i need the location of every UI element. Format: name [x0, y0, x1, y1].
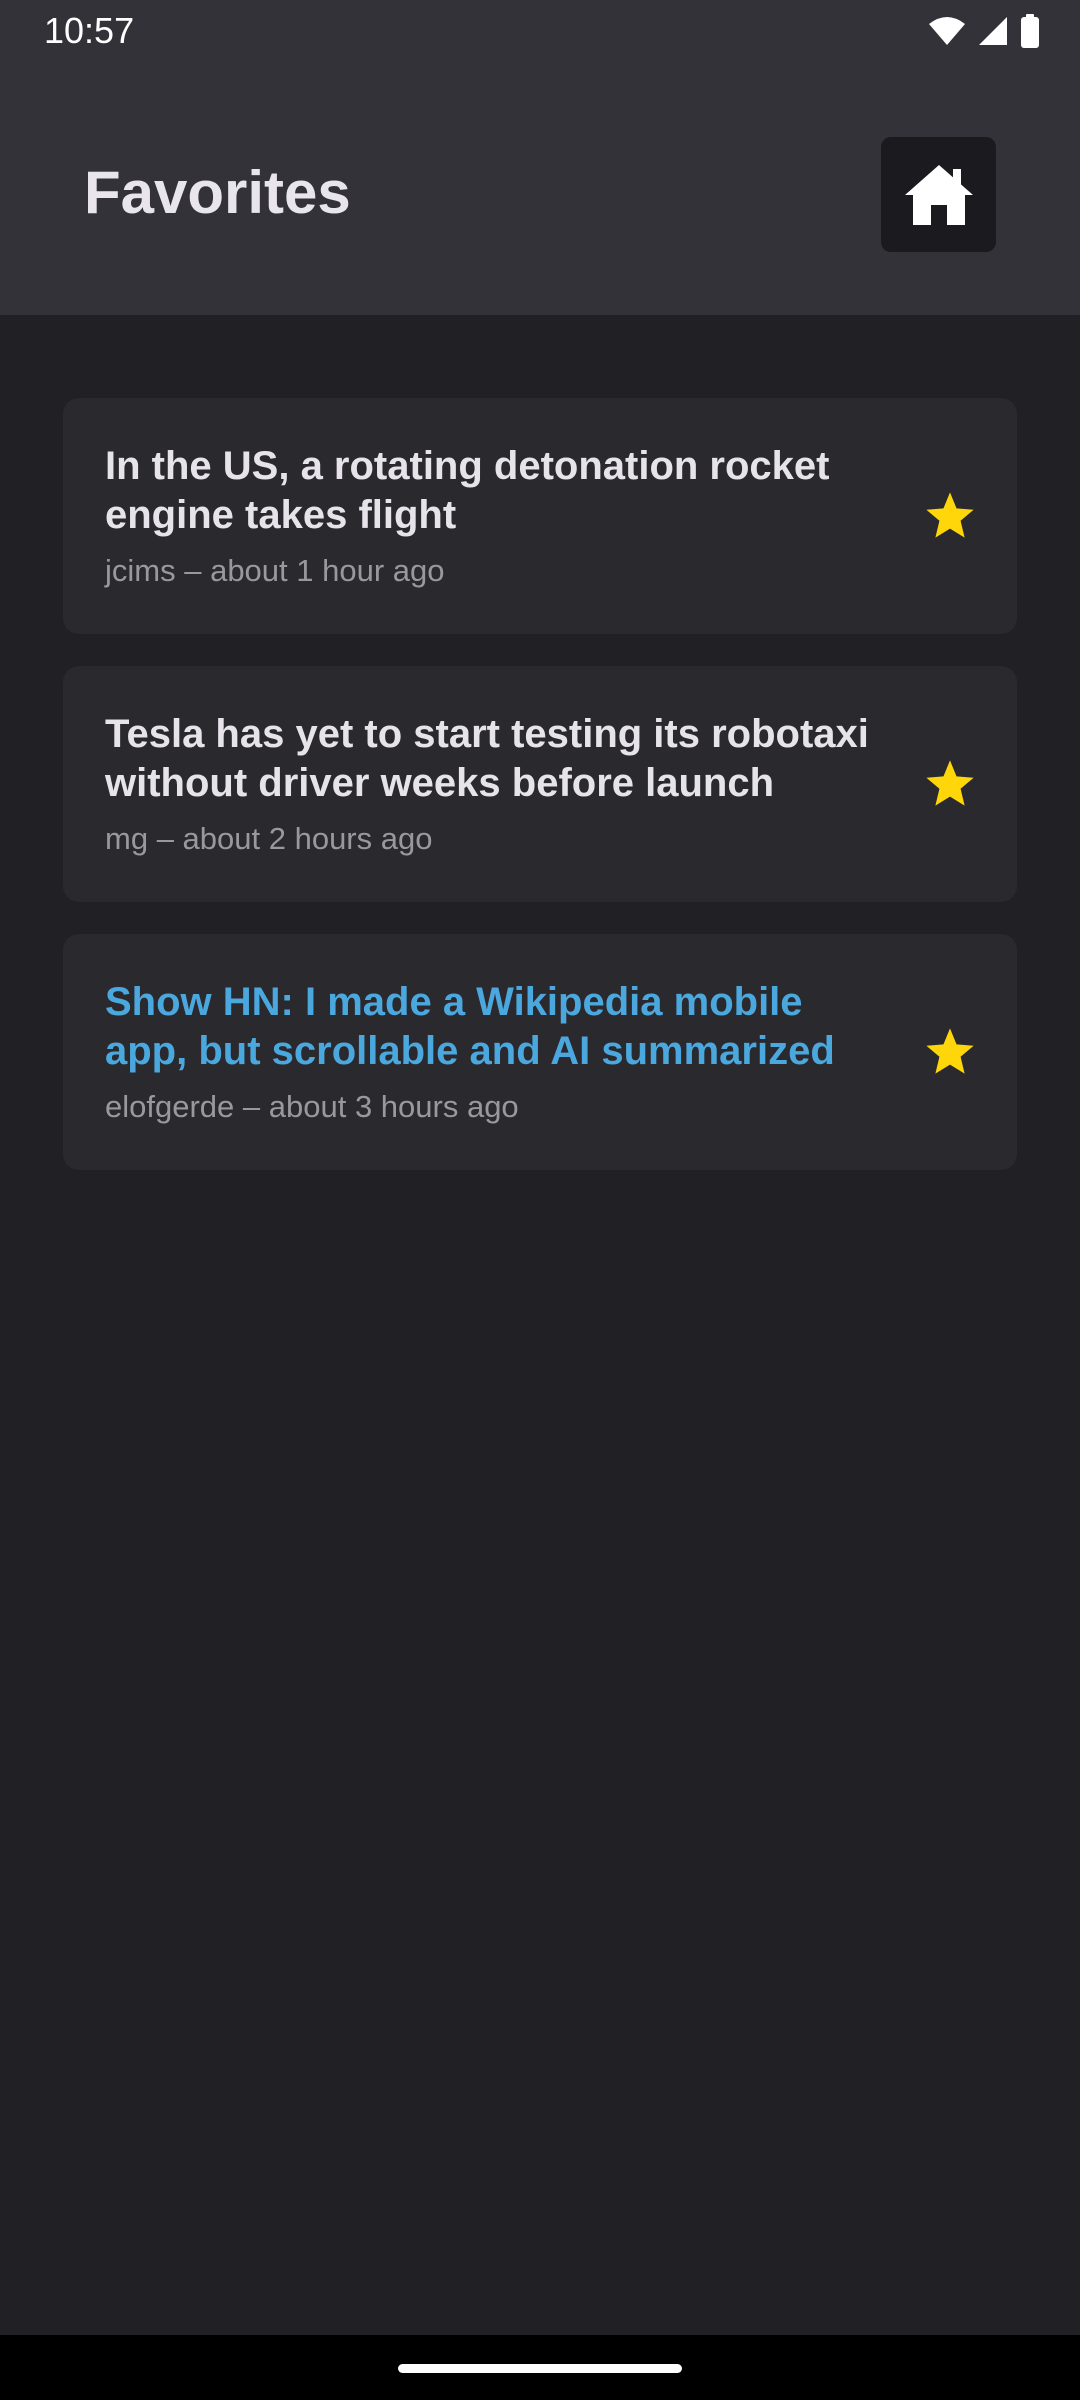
home-icon	[904, 164, 973, 225]
navigation-bar	[0, 2335, 1080, 2400]
story-meta: elofgerde – about 3 hours ago	[105, 1088, 885, 1126]
story-text: Tesla has yet to start testing its robot…	[105, 666, 885, 902]
star-icon[interactable]	[923, 1025, 977, 1079]
status-time: 10:57	[44, 10, 135, 51]
story-text: In the US, a rotating detonation rocket …	[105, 398, 885, 634]
story-title[interactable]: In the US, a rotating detonation rocket …	[105, 442, 885, 540]
star-icon[interactable]	[923, 757, 977, 811]
favorites-screen: 10:57 Favorites In the US, a rotating de…	[0, 0, 1080, 2400]
story-time: about 2 hours ago	[182, 821, 433, 856]
favorites-list: In the US, a rotating detonation rocket …	[63, 398, 1017, 1202]
signal-icon	[979, 17, 1007, 45]
battery-icon	[1021, 14, 1039, 48]
meta-separator: –	[175, 553, 211, 588]
story-time: about 1 hour ago	[210, 553, 445, 588]
story-title[interactable]: Tesla has yet to start testing its robot…	[105, 710, 885, 808]
status-icons	[928, 14, 1040, 48]
story-text: Show HN: I made a Wikipedia mobile app, …	[105, 934, 885, 1170]
story-author: mg	[105, 821, 149, 856]
story-time: about 3 hours ago	[268, 1089, 519, 1124]
story-title[interactable]: Show HN: I made a Wikipedia mobile app, …	[105, 978, 885, 1076]
story-meta: mg – about 2 hours ago	[105, 820, 885, 858]
story-meta: jcims – about 1 hour ago	[105, 552, 885, 590]
meta-separator: –	[234, 1089, 269, 1124]
meta-separator: –	[148, 821, 183, 856]
star-icon[interactable]	[923, 489, 977, 543]
story-card[interactable]: In the US, a rotating detonation rocket …	[63, 398, 1017, 634]
gesture-handle[interactable]	[398, 2364, 682, 2373]
status-bar: 10:57	[0, 0, 1080, 62]
page-title: Favorites	[84, 159, 351, 226]
story-card[interactable]: Show HN: I made a Wikipedia mobile app, …	[63, 934, 1017, 1170]
wifi-icon	[929, 17, 965, 45]
story-card[interactable]: Tesla has yet to start testing its robot…	[63, 666, 1017, 902]
story-author: jcims	[105, 553, 176, 588]
home-button[interactable]	[881, 137, 996, 252]
story-author: elofgerde	[105, 1089, 235, 1124]
